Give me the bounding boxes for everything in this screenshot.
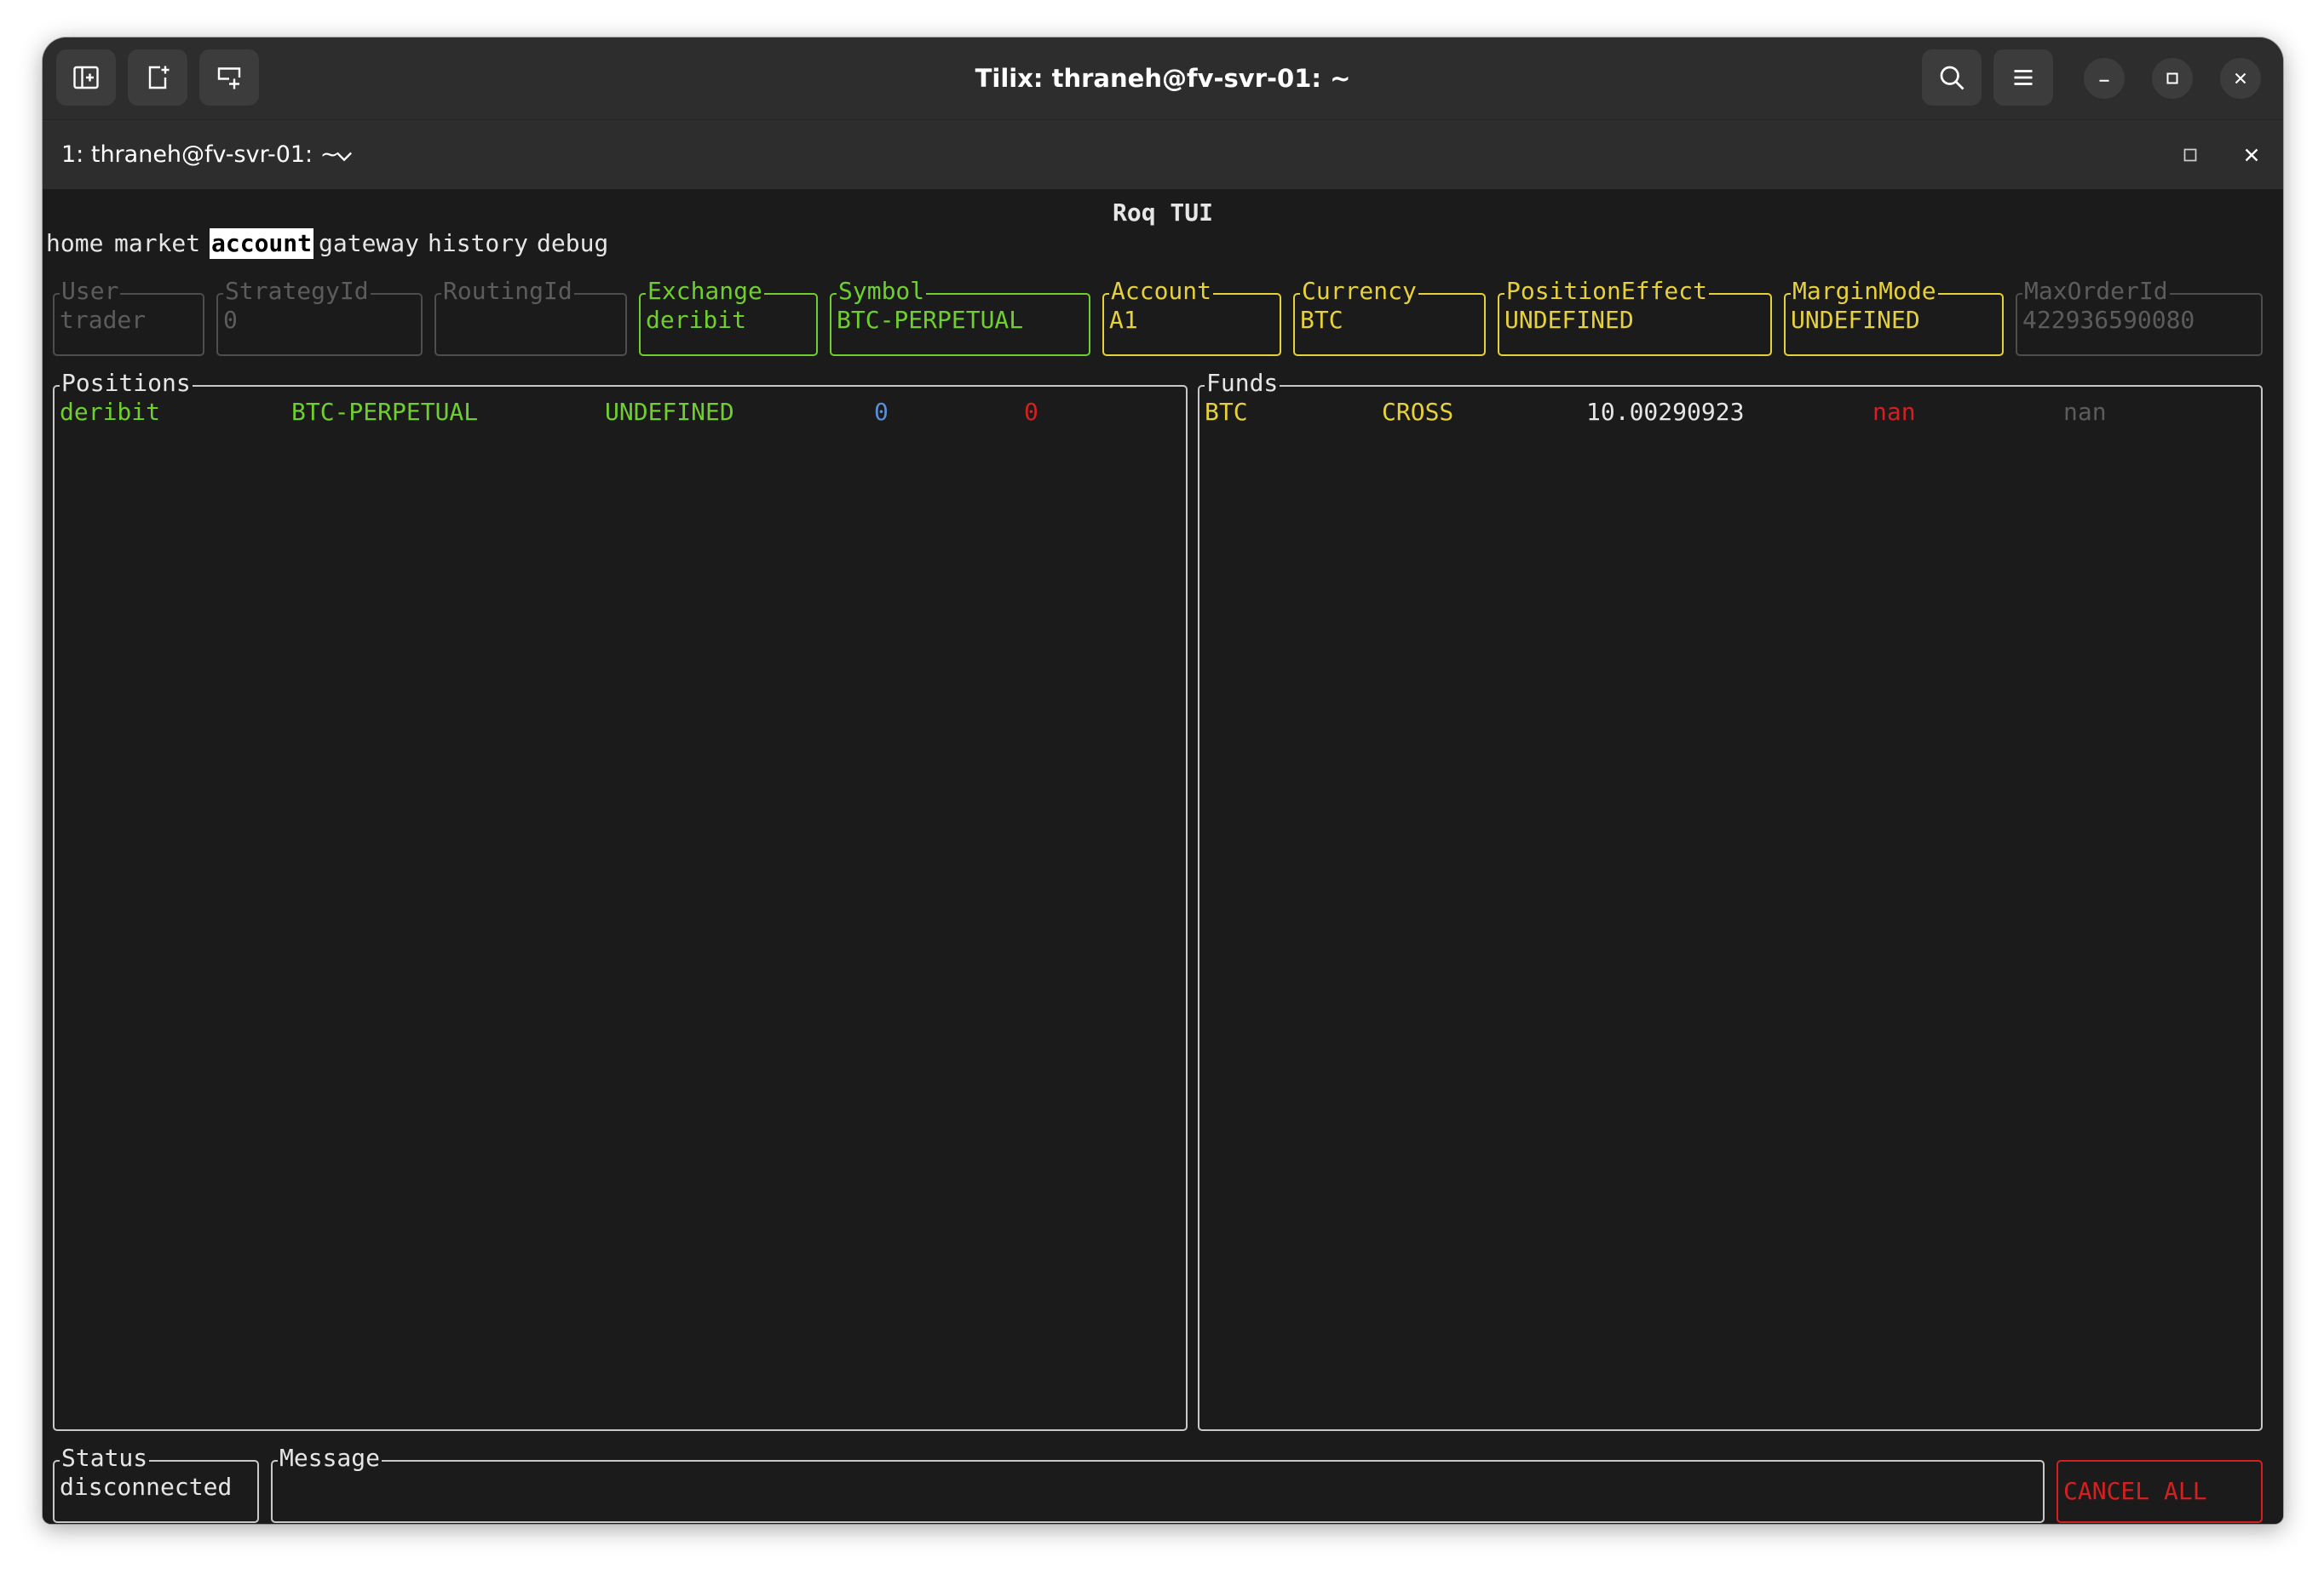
position-long: 0 [874,398,889,426]
funds-external: nan [2063,398,2107,426]
position-short: 0 [1024,398,1038,426]
minimize-icon [2099,79,2109,82]
symbol-field[interactable]: Symbol BTC-PERPETUAL [830,276,1090,356]
session-title[interactable]: 1: thraneh@fv-svr-01: ~ [61,120,339,190]
menu-item-debug[interactable]: debug [537,228,608,259]
position-exchange: deribit [60,398,161,426]
position-effect-value: UNDEFINED [1504,306,1634,334]
tui-title: Roq TUI [1112,198,1213,227]
menu-item-history[interactable]: history [428,228,528,259]
funds-currency: BTC [1205,398,1248,426]
max-order-id-label: MaxOrderId [2022,276,2170,307]
title-bar: Tilix: thraneh@fv-svr-01: ~ [43,37,2283,119]
session-tab-bar: 1: thraneh@fv-svr-01: ~ [43,119,2283,190]
max-order-id-field[interactable]: MaxOrderId 422936590080 [2016,276,2263,356]
funds-hold: nan [1872,398,1916,426]
funds-panel[interactable]: Funds BTC CROSS 10.00290923 nan nan [1198,368,2263,1431]
strategy-id-label: StrategyId [223,276,371,307]
user-field[interactable]: User trader [53,276,204,356]
currency-value: BTC [1300,306,1343,334]
exchange-label: Exchange [646,276,764,307]
strategy-id-value: 0 [223,306,238,334]
message-box[interactable]: Message [271,1443,2045,1523]
exchange-value: deribit [646,306,747,334]
funds-margin-mode: CROSS [1382,398,1454,426]
position-effect-field[interactable]: PositionEffect UNDEFINED [1498,276,1772,356]
search-button[interactable] [1922,49,1982,106]
account-field[interactable]: Account A1 [1102,276,1281,356]
message-label: Message [278,1443,383,1474]
positions-panel[interactable]: Positions deribit BTC-PERPETUAL UNDEFINE… [53,368,1188,1431]
position-effect-label: PositionEffect [1504,276,1710,307]
position-symbol: BTC-PERPETUAL [291,398,479,426]
routing-id-label: RoutingId [441,276,574,307]
routing-id-field[interactable]: RoutingId [434,276,627,356]
menu-button[interactable] [1993,49,2053,106]
minimize-button[interactable] [2084,58,2125,99]
tilix-window: Tilix: thraneh@fv-svr-01: ~ 1: thraneh@f… [43,37,2283,1524]
account-value: A1 [1109,306,1138,334]
menu-item-gateway[interactable]: gateway [319,228,419,259]
user-value: trader [60,306,147,334]
position-effect: UNDEFINED [605,398,734,426]
max-order-id-value: 422936590080 [2022,306,2195,334]
account-label: Account [1109,276,1214,307]
funds-balance: 10.00290923 [1586,398,1745,426]
maximize-icon [2166,72,2178,84]
search-icon [1940,66,1964,90]
status-value: disconnected [60,1473,233,1501]
maximize-terminal-icon[interactable] [2179,144,2201,166]
close-window-button[interactable] [2220,58,2261,99]
status-label: Status [60,1443,150,1474]
funds-label: Funds [1205,368,1280,399]
symbol-label: Symbol [837,276,927,307]
menu-item-account[interactable]: account [210,228,314,259]
hamburger-menu-icon [2014,70,2033,85]
user-label: User [60,276,121,307]
currency-field[interactable]: Currency BTC [1293,276,1486,356]
positions-label: Positions [60,368,193,399]
symbol-value: BTC-PERPETUAL [837,306,1024,334]
close-icon [2235,72,2246,84]
chevron-down-icon[interactable] [332,144,356,168]
status-box: Status disconnected [53,1443,259,1523]
cancel-all-label: CANCEL ALL [2063,1477,2207,1505]
strategy-id-field[interactable]: StrategyId 0 [216,276,423,356]
margin-mode-field[interactable]: MarginMode UNDEFINED [1784,276,2004,356]
menu-item-market[interactable]: market [114,228,200,259]
margin-mode-value: UNDEFINED [1791,306,1920,334]
cancel-all-button[interactable]: CANCEL ALL [2057,1460,2263,1523]
exchange-field[interactable]: Exchange deribit [639,276,818,356]
menu-item-home[interactable]: home [46,228,103,259]
terminal-area[interactable]: Roq TUI home market account gateway hist… [43,189,2283,1524]
margin-mode-label: MarginMode [1791,276,1938,307]
close-terminal-icon[interactable] [2241,144,2263,166]
maximize-button[interactable] [2152,58,2193,99]
currency-label: Currency [1300,276,1418,307]
